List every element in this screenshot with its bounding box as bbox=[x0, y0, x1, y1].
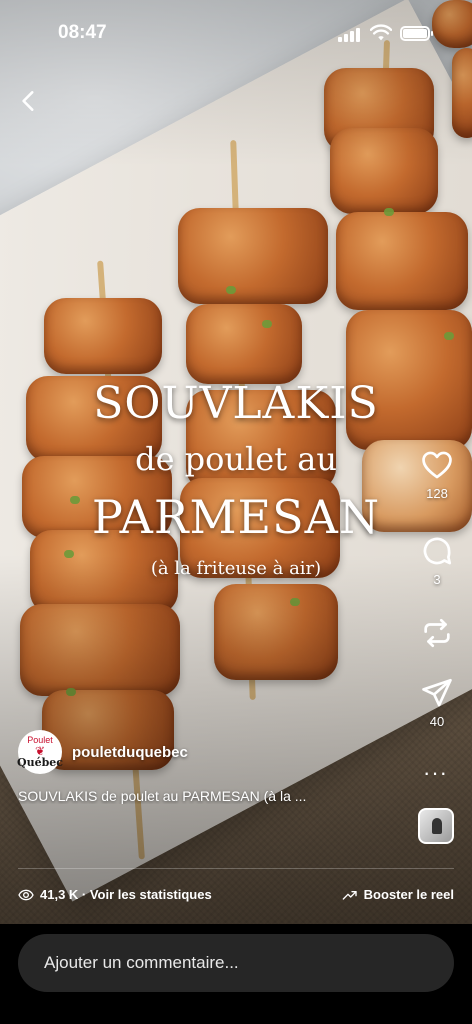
overlay-title-line-2: de poulet au bbox=[135, 440, 337, 478]
avatar-brand-big: Québec bbox=[17, 756, 63, 769]
boost-label: Booster le reel bbox=[363, 887, 454, 902]
trending-up-icon bbox=[342, 890, 357, 900]
comment-count: 3 bbox=[433, 572, 441, 587]
status-time: 08:47 bbox=[58, 22, 107, 43]
more-options-icon[interactable]: ··· bbox=[423, 760, 448, 786]
status-bar: 08:47 bbox=[0, 0, 472, 60]
comment-action[interactable]: 3 bbox=[420, 534, 454, 587]
overlay-title-line-1: SOUVLAKIS bbox=[93, 378, 379, 429]
like-count: 128 bbox=[426, 486, 448, 501]
heart-icon[interactable] bbox=[420, 448, 454, 482]
author-row[interactable]: Poulet ❦ Québec pouletduquebec bbox=[17, 730, 188, 774]
original-audio-thumbnail[interactable] bbox=[418, 808, 454, 844]
like-action[interactable]: 128 bbox=[420, 448, 454, 501]
share-action[interactable]: 40 bbox=[420, 676, 454, 729]
comment-placeholder: Ajouter un commentaire... bbox=[44, 953, 239, 972]
send-paper-plane-icon[interactable] bbox=[420, 676, 454, 710]
comment-bubble-icon[interactable] bbox=[420, 534, 454, 568]
reel-caption[interactable]: SOUVLAKIS de poulet au PARMESAN (à la ..… bbox=[18, 788, 378, 804]
comment-input[interactable]: Ajouter un commentaire... bbox=[18, 934, 454, 992]
remix-action[interactable] bbox=[420, 616, 454, 650]
eye-icon bbox=[18, 889, 34, 900]
overlay-title-line-3: PARMESAN bbox=[91, 490, 381, 544]
views-label: 41,3 K · Voir les statistiques bbox=[40, 887, 212, 902]
cellular-signal-icon bbox=[338, 26, 364, 42]
comment-bar: Ajouter un commentaire... bbox=[0, 924, 472, 1024]
boost-reel-button[interactable]: Booster le reel bbox=[342, 887, 454, 903]
view-insights-link[interactable]: 41,3 K · Voir les statistiques bbox=[18, 887, 212, 903]
battery-icon bbox=[400, 26, 433, 41]
overlay-title-line-4: (à la friteuse à air) bbox=[150, 558, 322, 579]
share-count: 40 bbox=[429, 714, 445, 729]
wifi-icon bbox=[370, 24, 392, 41]
insights-bar: 41,3 K · Voir les statistiques Booster l… bbox=[18, 868, 454, 920]
author-username[interactable]: pouletduquebec bbox=[72, 744, 188, 761]
avatar[interactable]: Poulet ❦ Québec bbox=[17, 730, 63, 774]
back-arrow-icon[interactable] bbox=[16, 88, 42, 114]
repost-icon[interactable] bbox=[420, 616, 454, 650]
